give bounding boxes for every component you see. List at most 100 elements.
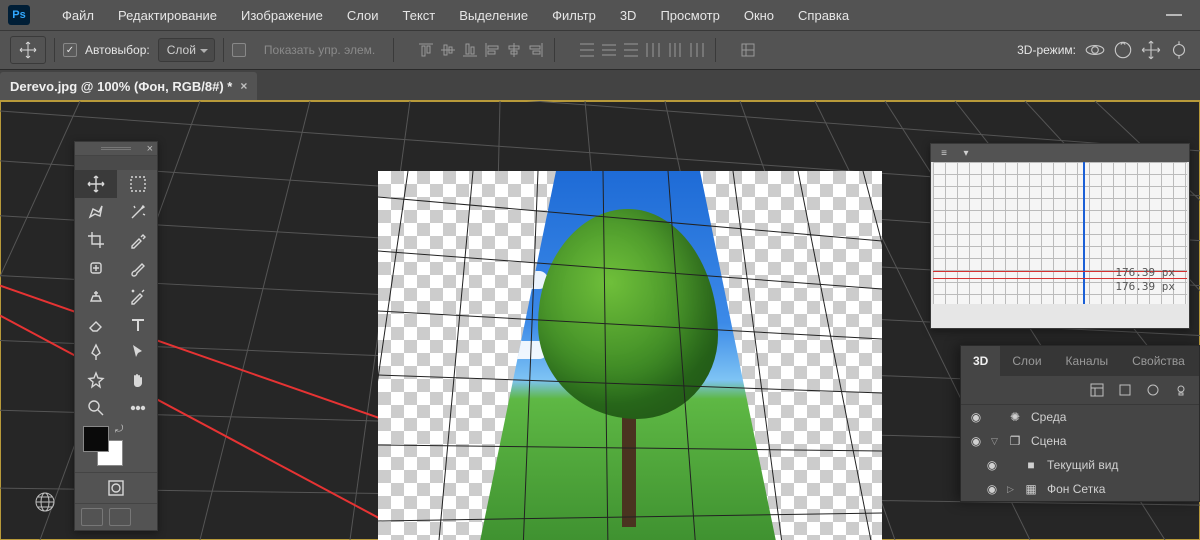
menu-text[interactable]: Текст: [391, 8, 448, 23]
foreground-color-swatch[interactable]: [83, 426, 109, 452]
dist-right-icon[interactable]: [687, 40, 707, 60]
panel-tabs: 3D Слои Каналы Свойства: [961, 346, 1199, 376]
menu-image[interactable]: Изображение: [229, 8, 335, 23]
scene-item-scene[interactable]: ◉ ▽ ❐ Сцена: [961, 429, 1199, 453]
tab-properties[interactable]: Свойства: [1120, 346, 1197, 376]
brush-tool[interactable]: [117, 254, 159, 282]
align-group: [416, 40, 546, 60]
close-tab-icon[interactable]: ×: [240, 79, 247, 93]
minimize-icon[interactable]: [1166, 14, 1182, 16]
visibility-icon[interactable]: ◉: [969, 410, 983, 424]
lasso-tool[interactable]: [75, 198, 117, 226]
visibility-icon[interactable]: ◉: [969, 434, 983, 448]
menu-edit[interactable]: Редактирование: [106, 8, 229, 23]
filter-light-icon[interactable]: [1173, 382, 1189, 398]
autoselect-checkbox[interactable]: [63, 43, 77, 57]
align-top-icon[interactable]: [416, 40, 436, 60]
canvas-workspace[interactable]: × ⤾: [0, 100, 1200, 540]
screen-mode-standard-icon[interactable]: [81, 508, 103, 526]
tool-panel-handle[interactable]: ×: [75, 142, 157, 156]
scene-item-current-view[interactable]: ◉ ■ Текущий вид: [961, 453, 1199, 477]
menu-window[interactable]: Окно: [732, 8, 786, 23]
dist-vcenter-icon[interactable]: [599, 40, 619, 60]
autoselect-label: Автовыбор:: [85, 43, 150, 57]
tab-3d[interactable]: 3D: [961, 346, 1000, 376]
menu-help[interactable]: Справка: [786, 8, 861, 23]
app-icon: Ps: [8, 5, 30, 25]
quickmask-icon[interactable]: [101, 477, 131, 499]
visibility-icon[interactable]: ◉: [985, 458, 999, 472]
hand-tool[interactable]: [117, 366, 159, 394]
scene-item-environment[interactable]: ◉ ✺ Среда: [961, 405, 1199, 429]
ruler-icon[interactable]: ≡: [937, 146, 951, 160]
tab-layers[interactable]: Слои: [1000, 346, 1053, 376]
path-select-tool[interactable]: [117, 338, 159, 366]
shape-tool[interactable]: [75, 366, 117, 394]
dropdown-icon[interactable]: ▾: [959, 146, 973, 160]
globe-icon[interactable]: [34, 491, 56, 513]
dist-top-icon[interactable]: [577, 40, 597, 60]
tool-grid: [75, 170, 157, 422]
close-panel-icon[interactable]: ×: [147, 143, 153, 155]
zoom-tool[interactable]: [75, 394, 117, 422]
spot-heal-tool[interactable]: [75, 254, 117, 282]
tab-channels[interactable]: Каналы: [1054, 346, 1121, 376]
screen-mode-full-icon[interactable]: [109, 508, 131, 526]
autoselect-dropdown[interactable]: Слой: [158, 38, 215, 62]
more-tools-icon[interactable]: [117, 394, 159, 422]
eraser-tool[interactable]: [75, 310, 117, 338]
type-tool[interactable]: [117, 310, 159, 338]
menu-select[interactable]: Выделение: [447, 8, 540, 23]
align-vcenter-icon[interactable]: [438, 40, 458, 60]
item-label: Среда: [1031, 410, 1066, 424]
align-right-icon[interactable]: [526, 40, 546, 60]
visibility-icon[interactable]: ◉: [985, 482, 999, 496]
document-tab[interactable]: Derevo.jpg @ 100% (Фон, RGB/8#) * ×: [0, 72, 257, 100]
dist-bottom-icon[interactable]: [621, 40, 641, 60]
scene-list: ◉ ✺ Среда ◉ ▽ ❐ Сцена ◉ ■ Текущий вид ◉ …: [961, 405, 1199, 501]
slide-icon[interactable]: [1168, 39, 1190, 61]
orbit-icon[interactable]: [1084, 39, 1106, 61]
menu-filter[interactable]: Фильтр: [540, 8, 608, 23]
history-brush-tool[interactable]: [117, 282, 159, 310]
align-hcenter-icon[interactable]: [504, 40, 524, 60]
quickmask-row: [75, 472, 157, 503]
filter-scene-icon[interactable]: [1089, 382, 1105, 398]
eyedropper-tool[interactable]: [117, 226, 159, 254]
mode-3d-group: 3D-режим:: [1017, 39, 1190, 61]
show-controls-label: Показать упр. элем.: [254, 43, 385, 57]
align-left-icon[interactable]: [482, 40, 502, 60]
menu-file[interactable]: Файл: [50, 8, 106, 23]
tool-indicator-icon[interactable]: [10, 36, 46, 64]
separator: [393, 38, 394, 62]
menu-3d[interactable]: 3D: [608, 8, 649, 23]
pen-tool[interactable]: [75, 338, 117, 366]
filter-material-icon[interactable]: [1145, 382, 1161, 398]
separator: [223, 38, 224, 62]
auto-align-icon[interactable]: [738, 40, 758, 60]
pan-icon[interactable]: [1140, 39, 1162, 61]
align-bottom-icon[interactable]: [460, 40, 480, 60]
show-controls-checkbox[interactable]: [232, 43, 246, 57]
swap-colors-icon[interactable]: ⤾: [115, 424, 123, 435]
move-tool[interactable]: [75, 170, 117, 198]
dist-left-icon[interactable]: [643, 40, 663, 60]
roll-icon[interactable]: [1112, 39, 1134, 61]
expand-icon[interactable]: ▷: [1007, 484, 1015, 495]
auto-align-group: [738, 40, 758, 60]
crop-tool[interactable]: [75, 226, 117, 254]
menu-layers[interactable]: Слои: [335, 8, 391, 23]
expand-icon[interactable]: ▽: [991, 436, 999, 447]
marquee-tool[interactable]: [117, 170, 159, 198]
dist-hcenter-icon[interactable]: [665, 40, 685, 60]
color-swatches: ⤾: [75, 422, 157, 472]
mode-3d-label: 3D-режим:: [1017, 43, 1076, 57]
measurement-value: 176.39 px: [1115, 280, 1175, 293]
menu-view[interactable]: Просмотр: [648, 8, 731, 23]
clone-stamp-tool[interactable]: [75, 282, 117, 310]
screen-mode-row: [75, 503, 157, 530]
navigator-header[interactable]: ≡ ▾: [931, 144, 1189, 162]
filter-mesh-icon[interactable]: [1117, 382, 1133, 398]
magic-wand-tool[interactable]: [117, 198, 159, 226]
scene-item-mesh[interactable]: ◉ ▷ ▦ Фон Сетка: [961, 477, 1199, 501]
